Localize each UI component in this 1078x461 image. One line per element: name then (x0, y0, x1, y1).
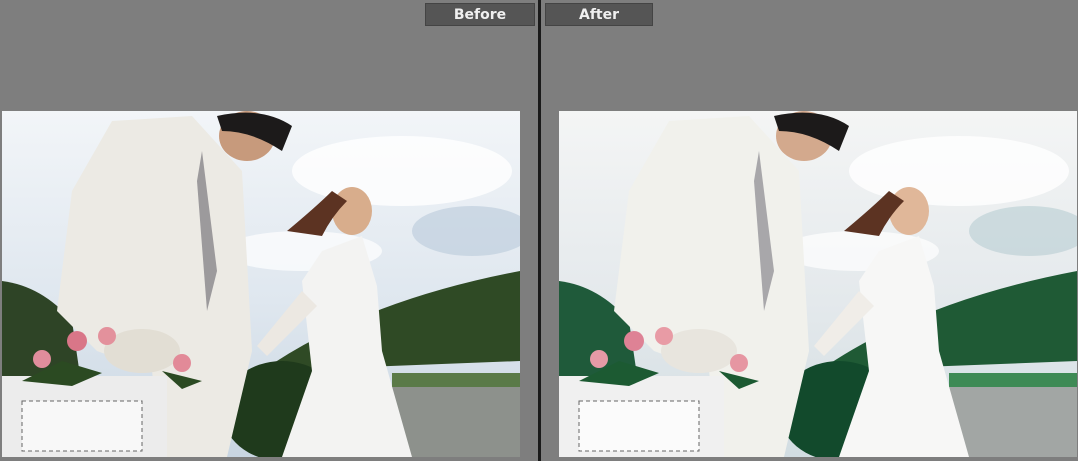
after-pane[interactable]: After (541, 0, 1078, 461)
before-label: Before (425, 3, 535, 26)
before-pane[interactable]: Before (0, 0, 538, 461)
before-photo[interactable] (2, 111, 520, 457)
after-label: After (545, 3, 653, 26)
after-photo-image (559, 111, 1077, 457)
before-photo-image (2, 111, 520, 457)
after-photo[interactable] (559, 111, 1077, 457)
